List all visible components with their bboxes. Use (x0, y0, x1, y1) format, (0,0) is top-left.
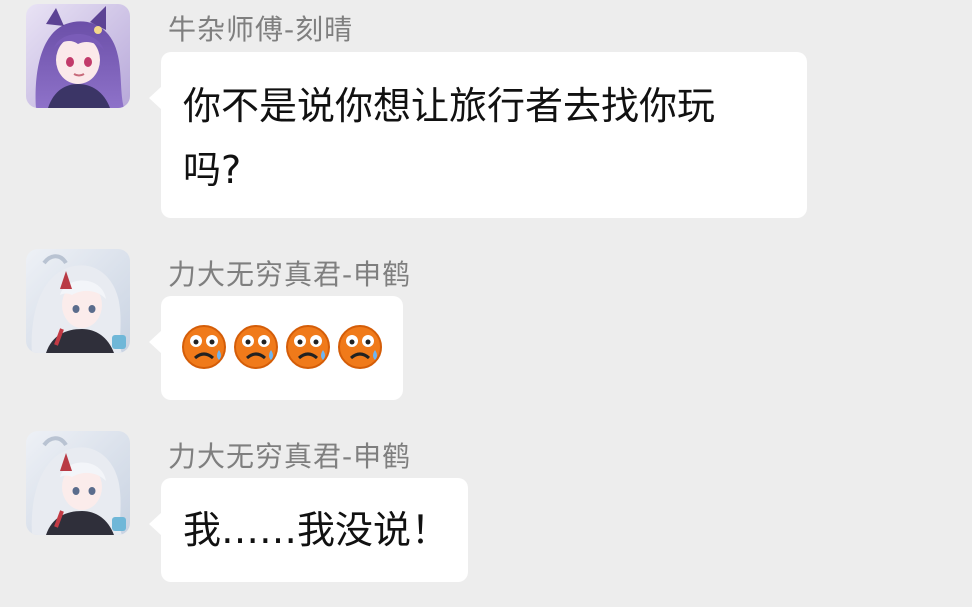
sweating-frown-emoji-icon (233, 324, 279, 370)
sender-name: 力大无穷真君-申鹤 (168, 440, 412, 473)
sender-name: 力大无穷真君-申鹤 (168, 258, 412, 291)
message-item: 力大无穷真君-申鹤 (0, 245, 972, 405)
message-text: 我……我没说！ (183, 508, 450, 552)
avatar-shenhe[interactable] (26, 431, 130, 535)
message-text: 你不是说你想让旅行者去找你玩 吗? (183, 84, 716, 192)
shenhe-avatar-icon (26, 249, 130, 353)
keqing-avatar-icon (26, 4, 130, 108)
chat-window: 牛杂师傅-刻晴 你不是说你想让旅行者去找你玩 吗? 力大无穷真君-申鹤 力大无穷… (0, 0, 972, 607)
sweating-frown-emoji-icon (285, 324, 331, 370)
message-item: 牛杂师傅-刻晴 你不是说你想让旅行者去找你玩 吗? (0, 0, 972, 230)
sweating-frown-emoji-icon (181, 324, 227, 370)
message-item: 力大无穷真君-申鹤 我……我没说！ (0, 427, 972, 587)
emoji-row (181, 324, 403, 370)
sender-name: 牛杂师傅-刻晴 (168, 13, 354, 46)
shenhe-avatar-icon (26, 431, 130, 535)
message-bubble[interactable]: 你不是说你想让旅行者去找你玩 吗? (149, 52, 807, 218)
avatar-shenhe[interactable] (26, 249, 130, 353)
sweating-frown-emoji-icon (337, 324, 383, 370)
avatar-keqing[interactable] (26, 4, 130, 108)
message-bubble[interactable] (149, 296, 403, 400)
message-bubble[interactable]: 我……我没说！ (149, 478, 468, 582)
